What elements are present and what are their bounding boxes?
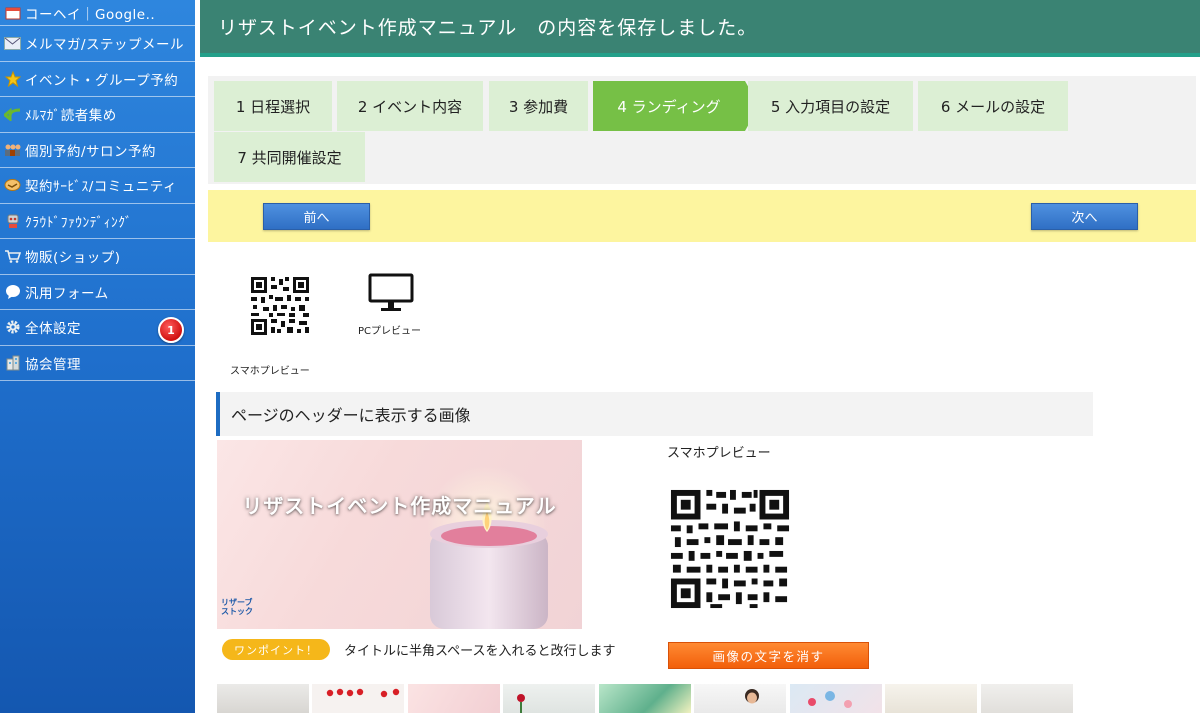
sidebar-item-label: 物販(ショップ) — [25, 250, 121, 267]
green-arrow-icon — [4, 106, 21, 123]
thumbnail-image[interactable] — [503, 684, 595, 713]
tab-label: 1 日程選択 — [235, 97, 311, 116]
sidebar-item-label: ﾒﾙﾏｶﾞ読者集め — [25, 108, 117, 125]
tab-mail-settings[interactable]: 6 メールの設定 — [918, 81, 1068, 131]
sidebar-item-reservation[interactable]: 個別予約/サロン予約 — [0, 133, 195, 168]
building-icon — [4, 354, 21, 371]
mail-icon — [4, 35, 21, 52]
sidebar-item-label: 汎用フォーム — [25, 285, 109, 302]
smartphone-preview-label: スマホプレビュー — [667, 446, 771, 461]
tab-label: 3 参加費 — [508, 97, 569, 116]
cart-icon — [4, 248, 21, 265]
sidebar-item-label: 契約ｻｰﾋﾞｽ/コミュニティ — [25, 179, 177, 196]
erase-image-text-button[interactable]: 画像の文字を消す — [668, 642, 869, 669]
header-image-title: リザストイベント作成マニュアル — [242, 494, 557, 518]
thumbnail-image[interactable] — [885, 684, 977, 713]
tab-label: 4 ランディング — [617, 97, 721, 116]
pc-preview-label: PCプレビュー — [358, 326, 422, 337]
gear-icon — [4, 319, 21, 336]
calendar-icon — [4, 4, 21, 21]
monitor-icon[interactable] — [368, 273, 414, 313]
tab-label: 5 入力項目の設定 — [770, 97, 891, 116]
thumbnail-image[interactable] — [599, 684, 691, 713]
thumbnail-image[interactable] — [981, 684, 1073, 713]
person-image — [745, 689, 759, 704]
next-button[interactable]: 次へ — [1031, 203, 1138, 230]
speech-bubble-icon — [4, 283, 21, 300]
sidebar-item-label: 協会管理 — [25, 356, 81, 373]
app-root: コーヘイ｜Google.. メルマガ/ステップメール イベント・グループ予約 ﾒ… — [0, 0, 1200, 713]
sidebar-item-label: 個別予約/サロン予約 — [25, 143, 157, 160]
robot-icon — [4, 212, 21, 229]
sidebar-item-label: イベント・グループ予約 — [25, 72, 179, 89]
smartphone-preview-qr-icon[interactable] — [249, 275, 311, 337]
onepoint-badge: ワンポイント！ — [222, 639, 330, 660]
star-icon — [4, 70, 21, 87]
tab-input-fields[interactable]: 5 入力項目の設定 — [748, 81, 913, 131]
tab-label: 6 メールの設定 — [940, 97, 1046, 116]
banner-text: リザストイベント作成マニュアル の内容を保存しました。 — [218, 17, 758, 39]
thumbnail-image[interactable] — [312, 684, 404, 713]
header-image[interactable]: リザストイベント作成マニュアル リザーブ ストック — [217, 440, 582, 629]
people-icon — [4, 141, 21, 158]
sidebar-item-mailmagazine[interactable]: メルマガ/ステップメール — [0, 26, 195, 62]
smartphone-preview-label: スマホプレビュー — [230, 366, 310, 377]
flowers-image — [808, 691, 852, 708]
sidebar-item-community[interactable]: 契約ｻｰﾋﾞｽ/コミュニティ — [0, 168, 195, 204]
notification-badge: 1 — [158, 317, 184, 343]
sidebar-item-label: メルマガ/ステップメール — [25, 37, 185, 54]
handshake-icon — [4, 177, 21, 194]
tab-landing[interactable]: 4 ランディング — [593, 81, 759, 131]
sidebar-item-google[interactable]: コーヘイ｜Google.. — [0, 0, 195, 26]
smartphone-preview-qr-code[interactable] — [669, 488, 791, 610]
section-title: ページのヘッダーに表示する画像 — [216, 392, 1093, 436]
strawberries-image — [326, 688, 400, 698]
step-navigation: 前へ 次へ — [208, 190, 1196, 242]
sidebar-item-settings[interactable]: 全体設定 1 — [0, 310, 195, 346]
thumbnail-image[interactable] — [694, 684, 786, 713]
rose-image — [517, 694, 525, 713]
thumbnail-image[interactable] — [217, 684, 309, 713]
sidebar-item-shop[interactable]: 物販(ショップ) — [0, 239, 195, 275]
candle-image — [427, 465, 548, 629]
tab-label: 2 イベント内容 — [357, 97, 463, 116]
thumbnail-image[interactable] — [790, 684, 882, 713]
tab-schedule[interactable]: 1 日程選択 — [214, 81, 332, 131]
onepoint-hint-text: タイトルに半角スペースを入れると改行します — [344, 644, 616, 659]
logo-line: リザーブ — [221, 598, 253, 607]
header-image-thumbnails — [217, 684, 1077, 713]
logo-line: ストック — [221, 607, 253, 616]
thumbnail-image[interactable] — [408, 684, 500, 713]
tab-label: 7 共同開催設定 — [237, 148, 342, 167]
step-tabbar: 1 日程選択 2 イベント内容 3 参加費 4 ランディング 5 入力項目の設定… — [208, 76, 1196, 184]
reservestock-logo: リザーブ ストック — [221, 598, 253, 616]
sidebar-item-reader[interactable]: ﾒﾙﾏｶﾞ読者集め — [0, 97, 195, 133]
sidebar-item-event[interactable]: イベント・グループ予約 — [0, 62, 195, 97]
sidebar-item-label: 全体設定 — [25, 321, 81, 338]
save-notification-banner: リザストイベント作成マニュアル の内容を保存しました。 — [200, 0, 1200, 57]
sidebar-item-form[interactable]: 汎用フォーム — [0, 275, 195, 310]
tab-co-host[interactable]: 7 共同開催設定 — [214, 132, 365, 182]
tab-fee[interactable]: 3 参加費 — [489, 81, 588, 131]
prev-button[interactable]: 前へ — [263, 203, 370, 230]
sidebar: コーヘイ｜Google.. メルマガ/ステップメール イベント・グループ予約 ﾒ… — [0, 0, 195, 713]
sidebar-item-label: コーヘイ｜Google.. — [25, 6, 156, 23]
tab-event-content[interactable]: 2 イベント内容 — [337, 81, 483, 131]
sidebar-item-label: ｸﾗｳﾄﾞﾌｧｳﾝﾃﾞｨﾝｸﾞ — [25, 214, 133, 231]
sidebar-item-association[interactable]: 協会管理 — [0, 346, 195, 381]
sidebar-item-crowdfunding[interactable]: ｸﾗｳﾄﾞﾌｧｳﾝﾃﾞｨﾝｸﾞ — [0, 204, 195, 239]
